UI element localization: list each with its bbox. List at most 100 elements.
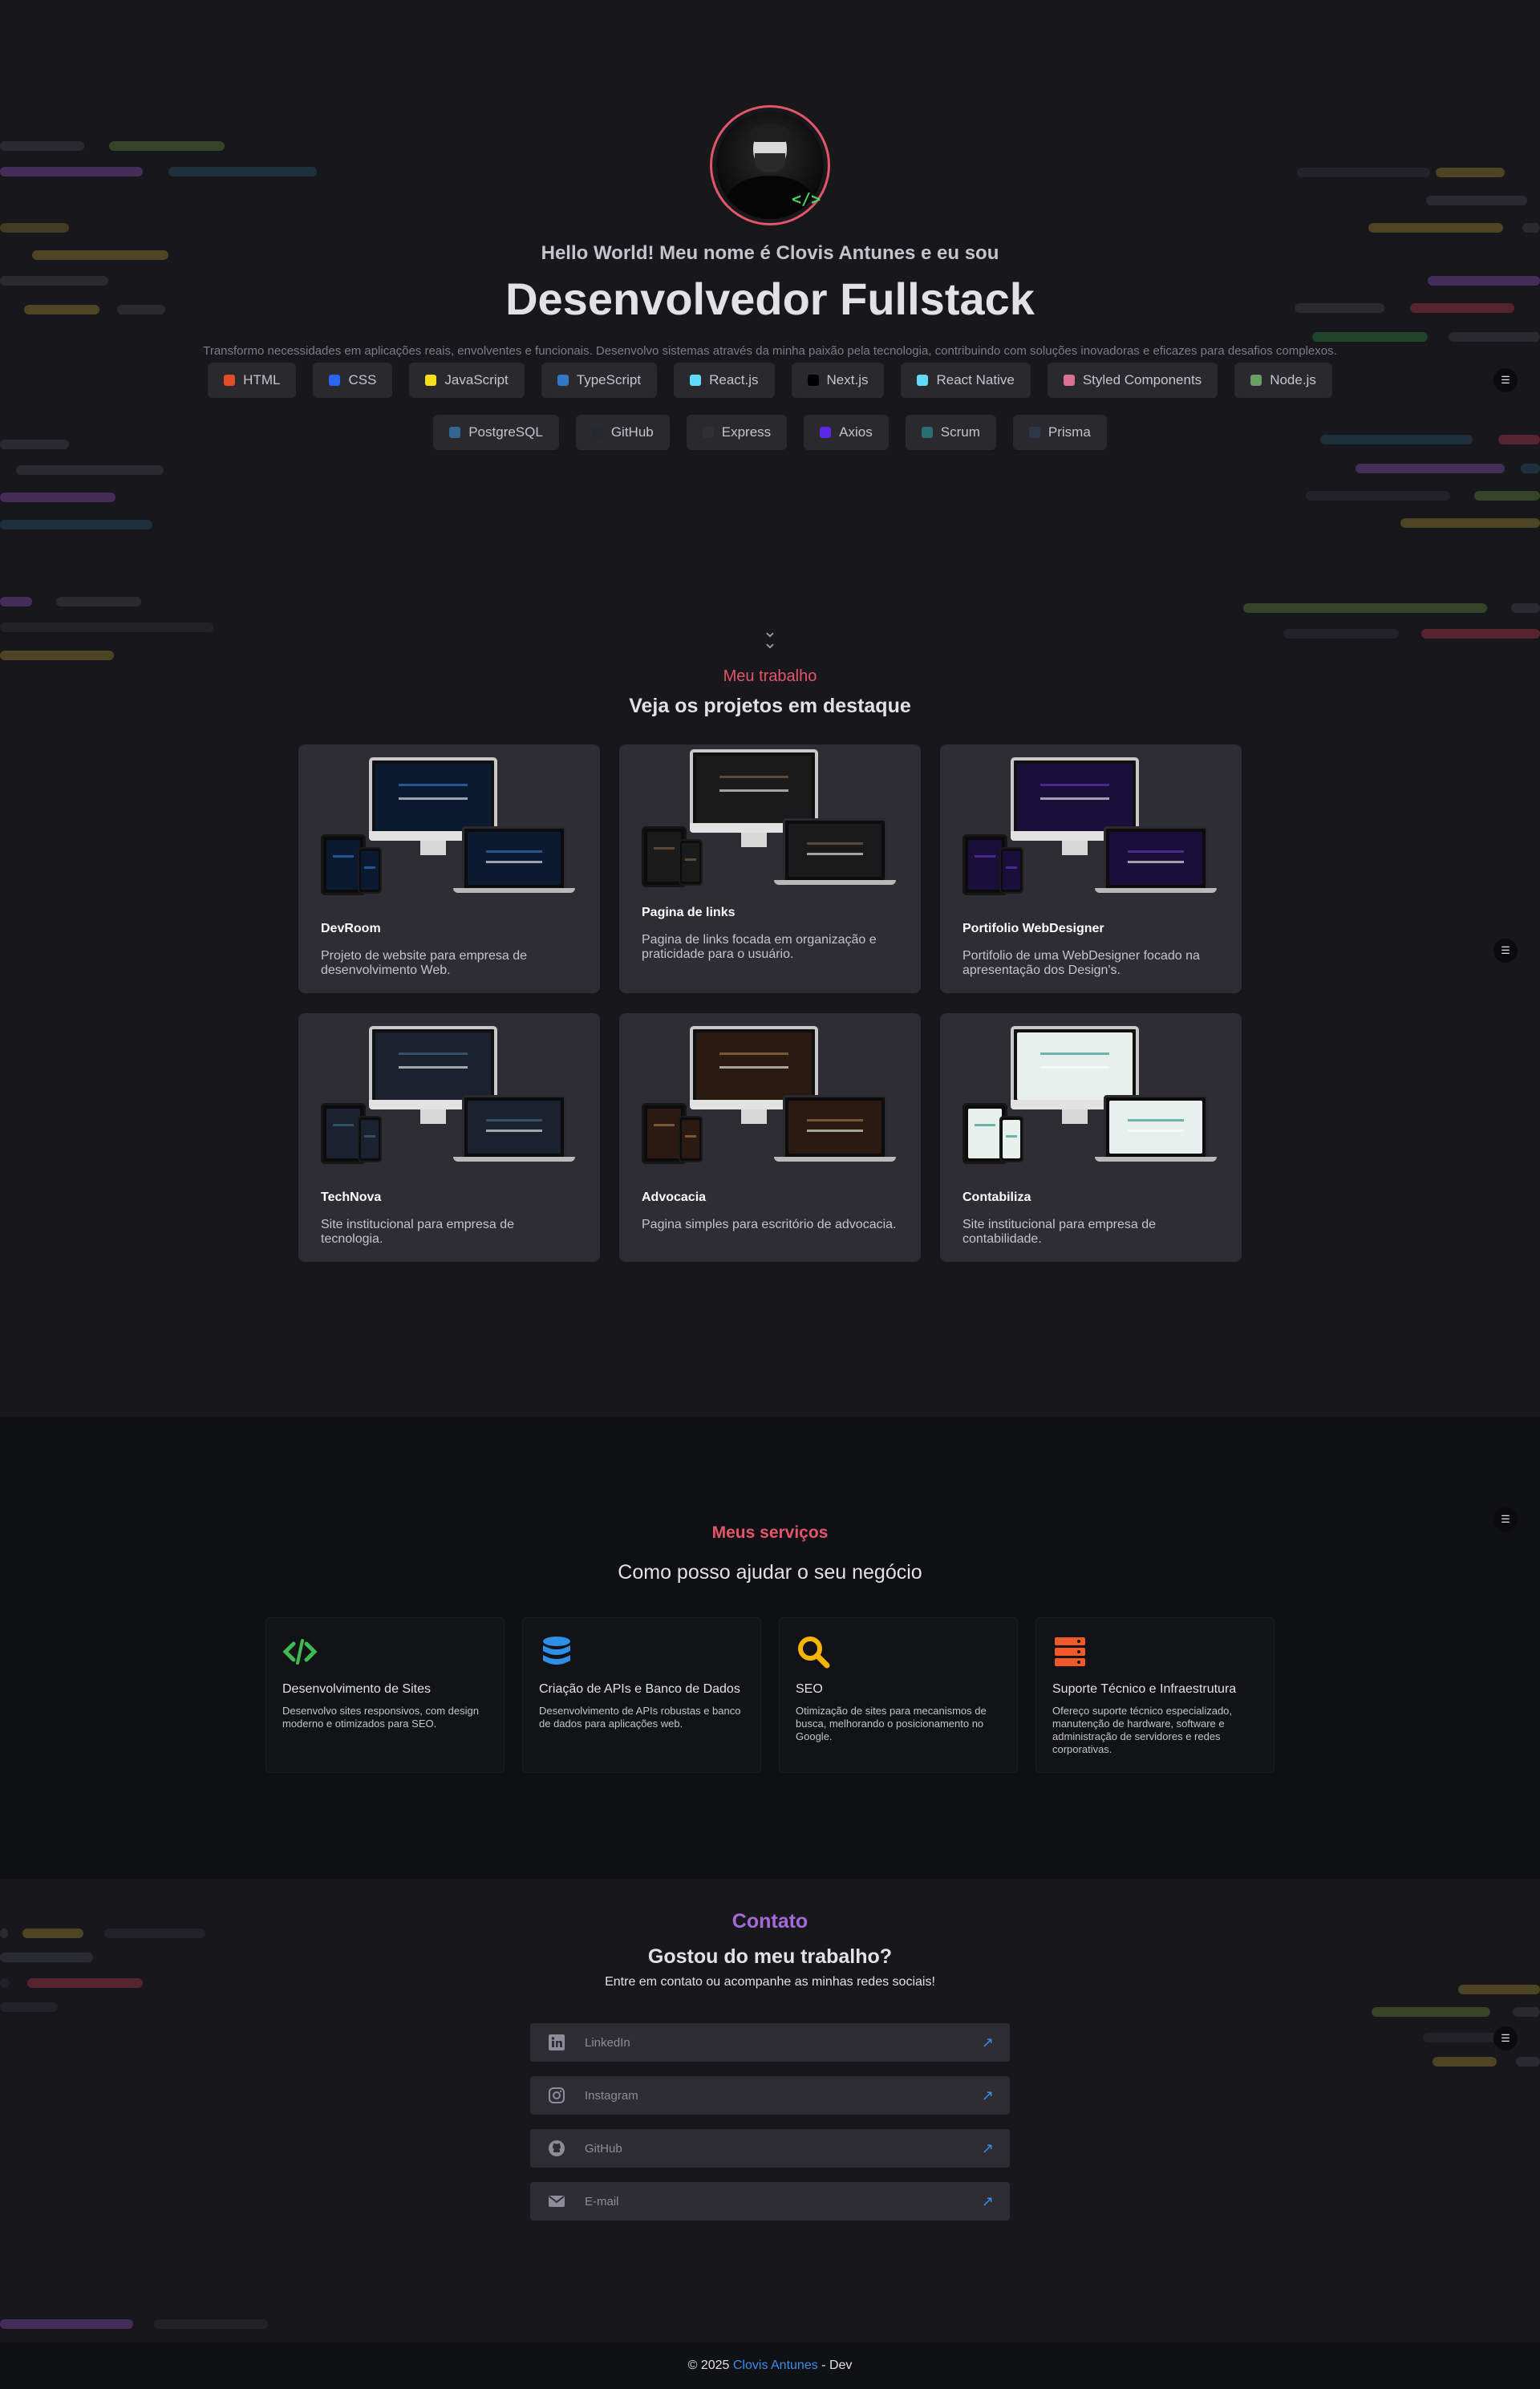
- project-card[interactable]: TechNova Site institucional para empresa …: [298, 1013, 600, 1262]
- react-icon: [690, 375, 702, 386]
- skill-chip-axios[interactable]: Axios: [804, 415, 889, 450]
- skills-row-1: HTML CSS JavaScript TypeScript React.js Next.…: [0, 363, 1540, 398]
- service-title: Criação de APIs e Banco de Dados: [539, 1682, 740, 1696]
- arrow-up-right-icon: ↗: [981, 2140, 994, 2157]
- skill-chip-label: Scrum: [940, 424, 980, 440]
- server-icon: [1052, 1634, 1088, 1669]
- instagram-icon: [548, 2087, 565, 2104]
- greeting-name: Clovis Antunes: [776, 242, 916, 264]
- contact-link-label: GitHub: [585, 2141, 622, 2156]
- project-screenshot: [321, 757, 578, 895]
- contact-kicker: Contato: [732, 1910, 808, 1933]
- project-title: DevRoom: [321, 922, 381, 935]
- services-title: Como posso ajudar o seu negócio: [618, 1561, 922, 1584]
- work-title: Veja os projetos em destaque: [629, 695, 911, 717]
- contact-link-linkedin[interactable]: LinkedIn ↗: [530, 2023, 1010, 2062]
- project-screenshot: [321, 1026, 578, 1164]
- code-line-decoration: [1513, 2007, 1540, 2017]
- code-line-decoration: [1474, 491, 1540, 501]
- floating-menu-icon[interactable]: ☰: [1493, 2026, 1518, 2050]
- code-line-decoration: [1449, 332, 1540, 342]
- services-section: [0, 1417, 1540, 1879]
- footer-suffix: - Dev: [821, 2359, 853, 2372]
- skill-chip-node-js[interactable]: Node.js: [1234, 363, 1332, 398]
- skill-chip-prisma[interactable]: Prisma: [1012, 415, 1107, 450]
- skill-chip-typescript[interactable]: TypeScript: [541, 363, 658, 398]
- contact-subtitle: Entre em contato ou acompanhe as minhas …: [605, 1975, 935, 1989]
- scrum-icon: [921, 427, 933, 438]
- skill-chip-scrum[interactable]: Scrum: [905, 415, 996, 450]
- axios-icon: [820, 427, 832, 438]
- code-line-decoration: [1372, 2007, 1490, 2017]
- code-line-decoration: [1522, 223, 1540, 233]
- skill-chip-label: React Native: [936, 372, 1015, 387]
- skill-chip-react-js[interactable]: React.js: [674, 363, 775, 398]
- contact-link-e-mail[interactable]: E-mail ↗: [530, 2182, 1010, 2221]
- code-line-decoration: [0, 623, 213, 632]
- floating-menu-icon[interactable]: ☰: [1493, 368, 1518, 392]
- project-screenshot: [962, 1026, 1219, 1164]
- express-icon: [702, 427, 714, 438]
- github-icon: [591, 427, 603, 438]
- code-line-decoration: [168, 167, 317, 176]
- footer: © 2025 Clovis Antunes - Dev: [0, 2342, 1540, 2389]
- footer-name[interactable]: Clovis Antunes: [733, 2359, 818, 2372]
- linkedin-icon: [548, 2034, 565, 2051]
- service-description: Otimização de sites para mecanismos de b…: [796, 1705, 987, 1742]
- project-card[interactable]: Pagina de links Pagina de links focada em…: [619, 744, 921, 993]
- skill-chip-github[interactable]: GitHub: [575, 415, 670, 450]
- react-icon: [917, 375, 929, 386]
- project-title: Contabiliza: [962, 1190, 1031, 1204]
- code-line-decoration: [1400, 518, 1540, 528]
- skill-chip-postgresql[interactable]: PostgreSQL: [433, 415, 559, 450]
- role-title: Desenvolvedor Fullstack: [505, 274, 1035, 324]
- skill-chip-react-native[interactable]: React Native: [901, 363, 1031, 398]
- skill-chip-label: Styled Components: [1082, 372, 1202, 387]
- code-line-decoration: [0, 597, 32, 606]
- skill-chip-html[interactable]: HTML: [208, 363, 297, 398]
- project-description: Projeto de website para empresa de desen…: [321, 949, 528, 977]
- code-line-decoration: [1426, 196, 1527, 205]
- code-line-decoration: [1423, 2033, 1500, 2042]
- code-line-decoration: [1306, 491, 1450, 501]
- code-line-decoration: [1436, 168, 1505, 177]
- code-line-decoration: [1283, 629, 1399, 639]
- contact-link-instagram[interactable]: Instagram ↗: [530, 2076, 1010, 2115]
- github-icon: [548, 2140, 565, 2157]
- skill-chip-css[interactable]: CSS: [313, 363, 393, 398]
- database-icon: [539, 1634, 574, 1669]
- skills-row-2: PostgreSQL GitHub Express Axios Scrum Prisma: [0, 415, 1540, 450]
- project-card[interactable]: Portifolio WebDesigner Portifolio de uma …: [940, 744, 1242, 993]
- arrow-up-right-icon: ↗: [981, 2192, 994, 2210]
- code-line-decoration: [1516, 2057, 1540, 2067]
- floating-menu-icon[interactable]: ☰: [1493, 939, 1518, 963]
- skill-chip-styled-components[interactable]: Styled Components: [1047, 363, 1218, 398]
- code-line-decoration: [109, 141, 225, 151]
- project-card[interactable]: Advocacia Pagina simples para escritório …: [619, 1013, 921, 1262]
- skill-chip-next-js[interactable]: Next.js: [791, 363, 885, 398]
- typescript-icon: [557, 375, 569, 386]
- project-card[interactable]: DevRoom Projeto de website para empresa d…: [298, 744, 600, 993]
- chevron-down-icon[interactable]: ⌄ ⌄: [758, 623, 782, 655]
- skill-chip-label: Axios: [839, 424, 873, 440]
- code-line-decoration: [0, 520, 152, 529]
- skill-chip-express[interactable]: Express: [686, 415, 788, 450]
- hero-section: </> Hello World! Meu nome é Clovis Antun…: [0, 0, 1540, 1416]
- javascript-icon: [425, 375, 437, 386]
- contact-link-github[interactable]: GitHub ↗: [530, 2129, 1010, 2168]
- project-description: Site institucional para empresa de tecno…: [321, 1218, 515, 1246]
- search-icon: [796, 1634, 831, 1669]
- service-description: Desenvolvimento de APIs robustas e banco…: [539, 1705, 741, 1730]
- skill-chip-label: HTML: [243, 372, 281, 387]
- skill-chip-label: JavaScript: [444, 372, 509, 387]
- project-title: Portifolio WebDesigner: [962, 922, 1104, 935]
- project-description: Site institucional para empresa de conta…: [962, 1218, 1157, 1246]
- code-line-decoration: [56, 597, 141, 606]
- project-card[interactable]: Contabiliza Site institucional para empre…: [940, 1013, 1242, 1262]
- greeting: Hello World! Meu nome é Clovis Antunes e…: [0, 242, 1540, 265]
- skill-chip-label: Next.js: [826, 372, 869, 387]
- skill-chip-javascript[interactable]: JavaScript: [409, 363, 525, 398]
- skill-chip-label: React.js: [709, 372, 759, 387]
- service-card: Desenvolvimento de Sites Desenvolvo sites…: [265, 1617, 505, 1773]
- code-line-decoration: [0, 651, 114, 660]
